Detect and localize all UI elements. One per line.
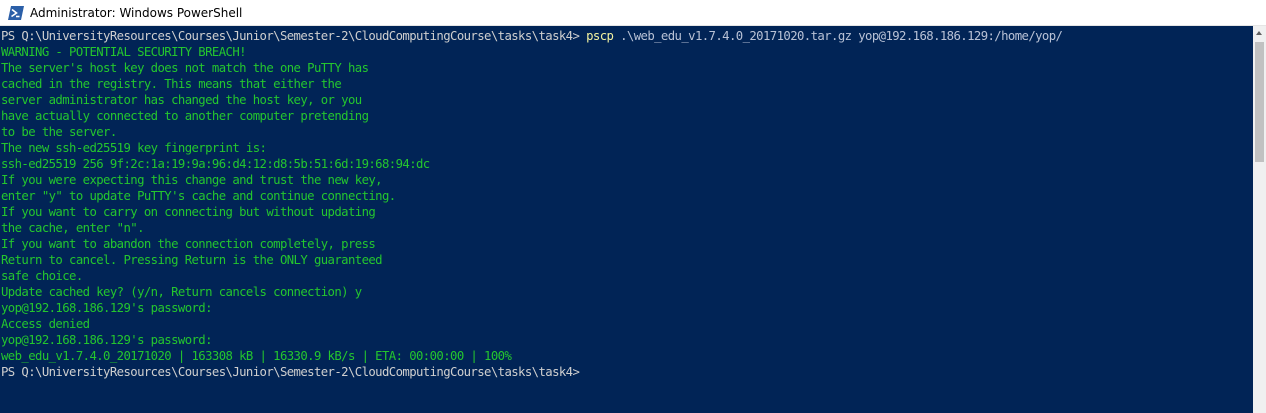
scroll-up-arrow-icon[interactable] bbox=[1253, 26, 1266, 40]
output-line: If you were expecting this change and tr… bbox=[1, 173, 383, 187]
output-line: server administrator has changed the hos… bbox=[1, 93, 362, 107]
output-line: The new ssh-ed25519 key fingerprint is: bbox=[1, 141, 267, 155]
output-line: enter "y" to update PuTTY's cache and co… bbox=[1, 189, 396, 203]
output-line: The server's host key does not match the… bbox=[1, 61, 369, 75]
output-line: web_edu_v1.7.4.0_20171020 | 163308 kB | … bbox=[1, 349, 512, 363]
output-line: Update cached key? (y/n, Return cancels … bbox=[1, 285, 362, 299]
output-line: Access denied bbox=[1, 317, 90, 331]
output-line: the cache, enter "n". bbox=[1, 221, 144, 235]
vertical-scrollbar[interactable] bbox=[1253, 26, 1266, 413]
output-line: cached in the registry. This means that … bbox=[1, 77, 342, 91]
output-line: yop@192.168.186.129's password: bbox=[1, 333, 213, 347]
output-line: WARNING - POTENTIAL SECURITY BREACH! bbox=[1, 45, 247, 59]
output-line: If you want to carry on connecting but w… bbox=[1, 205, 376, 219]
window-title: Administrator: Windows PowerShell bbox=[30, 5, 243, 20]
output-line: Return to cancel. Pressing Return is the… bbox=[1, 253, 383, 267]
console-output[interactable]: PS Q:\UniversityResources\Courses\Junior… bbox=[1, 28, 1252, 413]
prompt: PS Q:\UniversityResources\Courses\Junior… bbox=[1, 29, 587, 43]
command-line: PS Q:\UniversityResources\Courses\Junior… bbox=[1, 28, 1252, 44]
prompt-line: PS Q:\UniversityResources\Courses\Junior… bbox=[1, 365, 580, 379]
output-line: yop@192.168.186.129's password: bbox=[1, 301, 213, 315]
title-bar[interactable]: Administrator: Windows PowerShell bbox=[0, 0, 1266, 26]
command-args: .\web_edu_v1.7.4.0_20171020.tar.gz yop@1… bbox=[613, 29, 1063, 43]
powershell-icon bbox=[8, 5, 24, 20]
output-line: ssh-ed25519 256 9f:2c:1a:19:9a:96:d4:12:… bbox=[1, 157, 430, 171]
powershell-window: Administrator: Windows PowerShell PS Q:\… bbox=[0, 0, 1266, 413]
output-line: safe choice. bbox=[1, 269, 83, 283]
scrollbar-thumb[interactable] bbox=[1255, 42, 1264, 162]
command-name: pscp bbox=[586, 29, 614, 43]
output-line: to be the server. bbox=[1, 125, 117, 139]
output-line: If you want to abandon the connection co… bbox=[1, 237, 376, 251]
output-line: have actually connected to another compu… bbox=[1, 109, 369, 123]
